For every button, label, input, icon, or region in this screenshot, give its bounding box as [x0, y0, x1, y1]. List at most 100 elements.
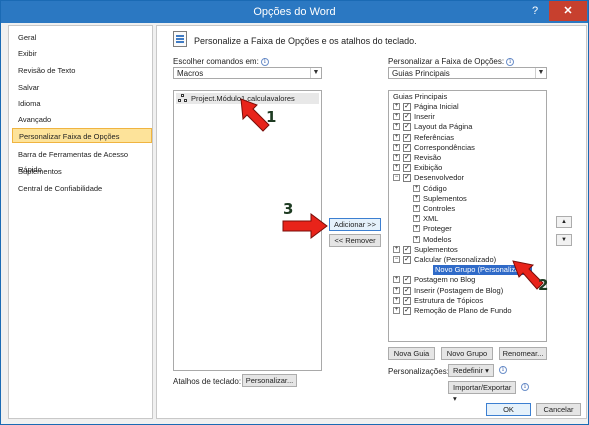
choose-commands-label: Escolher comandos em: i: [173, 57, 269, 66]
tree-item-label: Controles: [423, 204, 456, 213]
sidebar-item-revisao-texto[interactable]: Revisão de Texto: [12, 63, 152, 78]
checkbox[interactable]: ✓: [403, 154, 411, 162]
chevron-down-icon[interactable]: ▼: [535, 68, 546, 78]
word-options-dialog: Opções do Word ? ✕ Geral Exibir Revisão …: [0, 0, 589, 425]
move-down-button[interactable]: ▼: [556, 234, 572, 246]
keyboard-shortcuts-label: Atalhos de teclado:: [173, 377, 242, 386]
chevron-down-icon[interactable]: ▼: [310, 68, 321, 78]
info-icon: i: [506, 57, 515, 66]
checkbox[interactable]: ✓: [403, 103, 411, 111]
main-panel: Personalize a Faixa de Opções e os atalh…: [156, 25, 587, 419]
expand-icon[interactable]: +: [393, 113, 400, 121]
sidebar-item-central-confiabilidade[interactable]: Central de Confiabilidade: [12, 181, 152, 196]
help-button[interactable]: ?: [521, 1, 549, 21]
tree-item-label: Proteger: [423, 224, 452, 234]
ribbon-tree[interactable]: Guias Principais + ✓ Página Inicial + ✓ Inser…: [388, 90, 547, 342]
sidebar-item-geral[interactable]: Geral: [12, 30, 152, 45]
collapse-icon[interactable]: −: [393, 174, 400, 182]
tree-item-label: Estrutura de Tópicos: [414, 295, 484, 305]
checkbox[interactable]: ✓: [403, 174, 411, 183]
sidebar-item-salvar[interactable]: Salvar: [12, 80, 152, 95]
expand-icon[interactable]: +: [393, 133, 400, 141]
options-sidebar: Geral Exibir Revisão de Texto Salvar Idi…: [8, 25, 153, 419]
expand-icon[interactable]: +: [393, 296, 400, 304]
expand-icon[interactable]: +: [393, 154, 400, 161]
sidebar-item-avancado[interactable]: Avançado: [12, 112, 152, 127]
checkbox[interactable]: ✓: [403, 307, 411, 315]
customize-ribbon-select[interactable]: Guias Principais ▼: [388, 67, 547, 79]
expand-icon[interactable]: +: [393, 103, 400, 110]
checkbox[interactable]: ✓: [403, 286, 411, 295]
tree-item-label: XML: [423, 214, 439, 224]
reset-label: Redefinir: [453, 366, 484, 375]
tree-item-label: Correspondências: [414, 142, 475, 152]
titlebar: Opções do Word ? ✕: [1, 1, 588, 23]
cancel-button[interactable]: Cancelar: [536, 403, 581, 416]
checkbox[interactable]: ✓: [403, 256, 411, 264]
new-tab-button[interactable]: Nova Guia: [388, 347, 435, 360]
tree-item-label: Página Inicial: [414, 102, 459, 111]
sidebar-item-suplementos[interactable]: Suplementos: [12, 164, 152, 179]
checkbox[interactable]: ✓: [403, 296, 411, 305]
move-up-button[interactable]: ▲: [556, 216, 572, 228]
checkbox[interactable]: ✓: [403, 245, 411, 254]
tree-item-label: Modelos: [423, 234, 452, 244]
checkbox[interactable]: ✓: [403, 143, 411, 152]
info-icon: i: [260, 57, 269, 66]
expand-icon[interactable]: +: [393, 286, 400, 294]
customize-shortcuts-button[interactable]: Personalizar...: [242, 374, 297, 387]
expand-icon[interactable]: +: [393, 245, 400, 253]
tree-item-label: Revisão: [414, 153, 442, 162]
tree-item-label: Inserir (Postagem de Blog): [414, 285, 504, 295]
expand-icon[interactable]: +: [393, 307, 400, 314]
sidebar-item-barra-acesso-rapido[interactable]: Barra de Ferramentas de Acesso Rápido: [12, 147, 152, 174]
annotation-number-2: 2: [538, 276, 549, 294]
customizations-label: Personalizações:: [388, 367, 449, 376]
add-button[interactable]: Adicionar >>: [329, 218, 381, 231]
expand-icon[interactable]: +: [393, 276, 400, 284]
window-title: Opções do Word: [253, 6, 336, 18]
expand-icon[interactable]: +: [393, 143, 400, 151]
checkbox[interactable]: ✓: [403, 123, 411, 132]
expand-icon[interactable]: +: [413, 194, 420, 202]
tree-item-label: Código: [423, 183, 447, 193]
remove-button[interactable]: << Remover: [329, 234, 381, 247]
tree-item-label: Calcular (Personalizado): [414, 255, 497, 264]
sidebar-item-idioma[interactable]: Idioma: [12, 96, 152, 111]
customize-ribbon-value: Guias Principais: [392, 69, 450, 78]
import-export-label: Importar/Exportar: [453, 383, 512, 392]
checkbox[interactable]: ✓: [403, 113, 411, 122]
expand-icon[interactable]: +: [413, 205, 420, 212]
import-export-button[interactable]: Importar/Exportar ▾: [448, 381, 516, 403]
expand-icon[interactable]: +: [393, 123, 400, 131]
annotation-number-1: 1: [266, 108, 277, 126]
tree-item-label: Postagem no Blog: [414, 275, 476, 285]
expand-icon[interactable]: +: [393, 164, 400, 172]
reset-button[interactable]: Redefinir ▾: [448, 364, 494, 377]
checkbox[interactable]: ✓: [403, 133, 411, 142]
collapse-icon[interactable]: −: [393, 256, 400, 263]
sidebar-item-personalizar-faixa[interactable]: Personalizar Faixa de Opções: [12, 128, 152, 143]
expand-icon[interactable]: +: [413, 184, 420, 192]
info-icon: i: [499, 366, 507, 374]
expand-icon[interactable]: +: [413, 235, 420, 243]
tree-item-label: Inserir: [414, 112, 435, 122]
choose-commands-value: Macros: [177, 69, 204, 78]
ok-button[interactable]: OK: [486, 403, 531, 416]
checkbox[interactable]: ✓: [403, 164, 411, 173]
close-button[interactable]: ✕: [549, 1, 587, 21]
expand-icon[interactable]: +: [413, 215, 420, 223]
new-group-button[interactable]: Novo Grupo: [441, 347, 493, 360]
choose-commands-select[interactable]: Macros ▼: [173, 67, 322, 79]
macro-icon: [178, 94, 188, 103]
tree-item-label: Referências: [414, 132, 455, 142]
expand-icon[interactable]: +: [413, 225, 420, 233]
sidebar-item-exibir[interactable]: Exibir: [12, 46, 152, 61]
info-icon: i: [521, 383, 529, 391]
rename-button[interactable]: Renomear...: [499, 347, 547, 360]
customize-ribbon-icon: [173, 31, 187, 47]
tree-item-label: Layout da Página: [414, 122, 473, 132]
tree-item-label: Remoção de Plano de Fundo: [414, 306, 512, 315]
annotation-number-3: 3: [283, 200, 294, 218]
checkbox[interactable]: ✓: [403, 276, 411, 285]
